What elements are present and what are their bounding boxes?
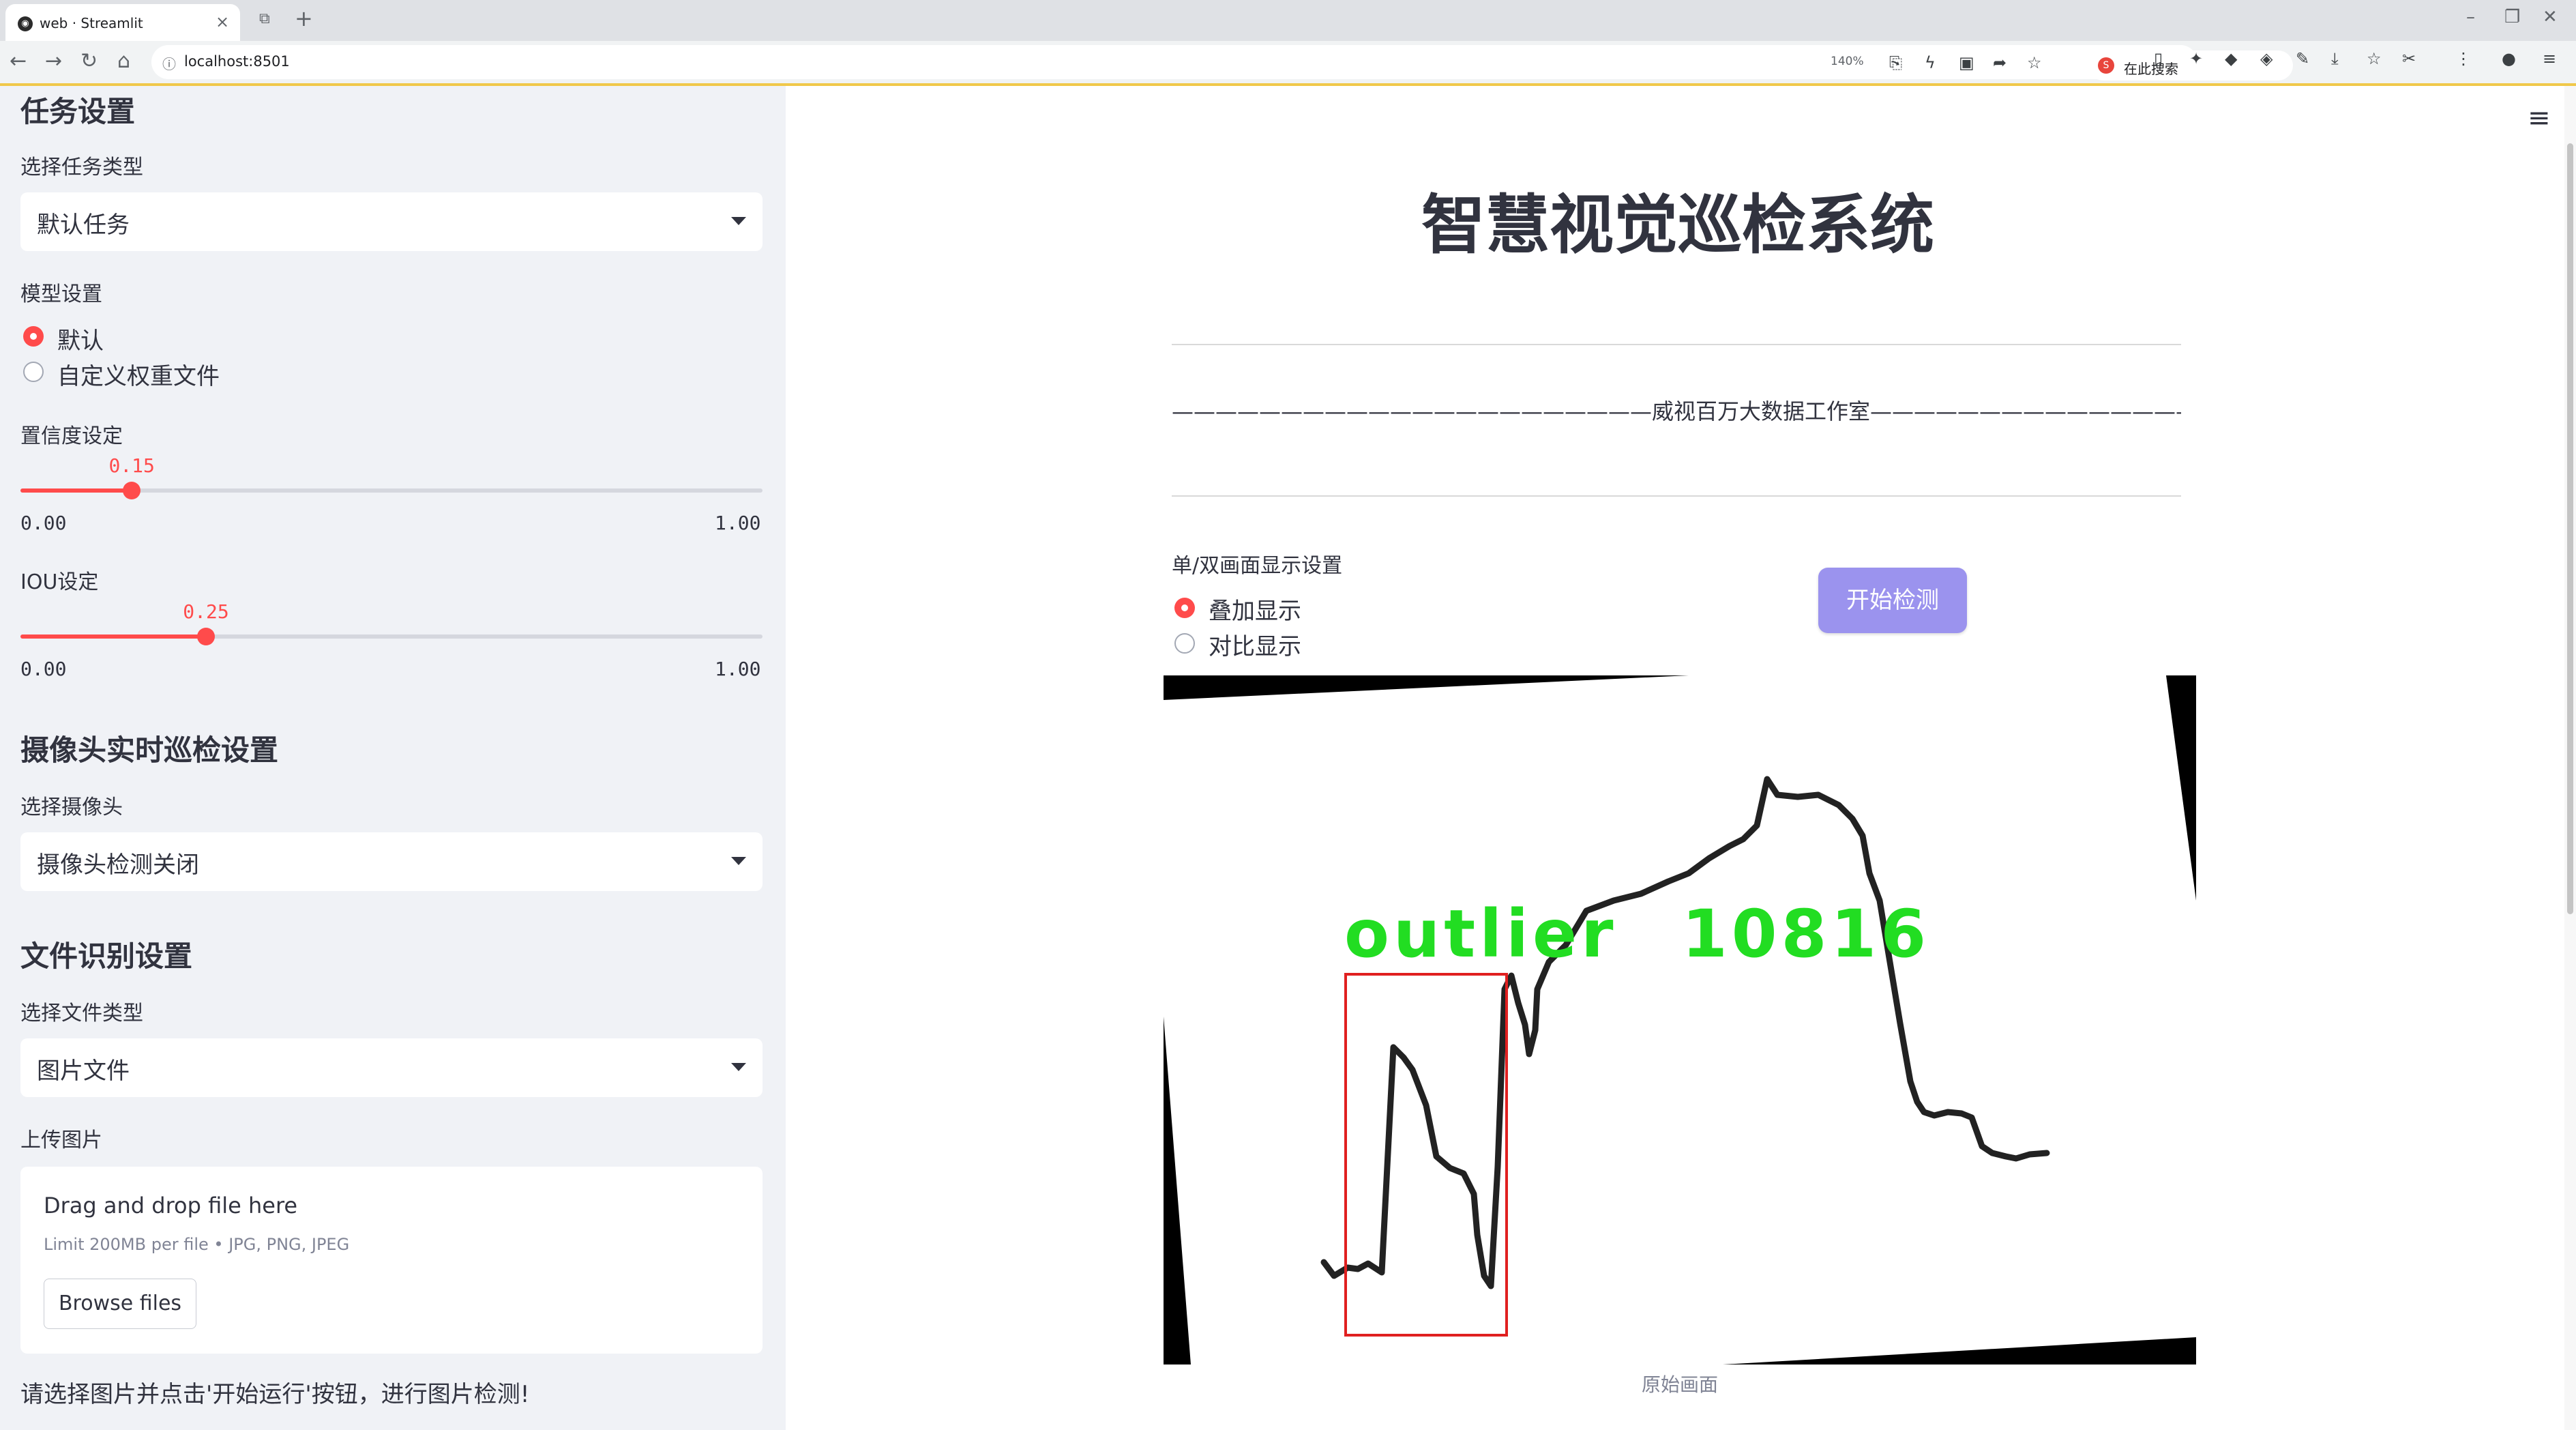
restore-icon[interactable]: ❐ <box>2504 7 2520 27</box>
display-radio-overlay[interactable] <box>1174 598 1195 618</box>
file-dropzone[interactable]: Drag and drop file here Limit 200MB per … <box>20 1167 763 1354</box>
browser-tab[interactable]: ◉ web · Streamlit × <box>5 4 240 41</box>
extension-icon[interactable]: ◆ <box>2225 49 2237 68</box>
more-icon[interactable]: ⋮ <box>2455 49 2472 68</box>
model-radio-custom[interactable] <box>23 362 44 382</box>
file-type-value: 图片文件 <box>37 1057 130 1085</box>
confidence-slider[interactable] <box>20 482 763 499</box>
confidence-label: 置信度设定 <box>20 424 123 448</box>
chevron-down-icon <box>731 857 746 865</box>
divider <box>1172 344 2181 345</box>
favorites-icon[interactable]: ☆ <box>2367 49 2382 68</box>
start-detection-button[interactable]: 开始检测 <box>1818 568 1967 633</box>
extension-icon[interactable]: ◈ <box>2260 49 2272 68</box>
file-settings-heading: 文件识别设置 <box>20 939 193 973</box>
camera-select-value: 摄像头检测关闭 <box>37 851 199 879</box>
display-option-overlay[interactable]: 叠加显示 <box>1209 592 1301 626</box>
detection-result-image: outlier 10816 <box>1164 675 2196 1365</box>
iou-slider-handle[interactable] <box>197 628 215 645</box>
camera-select-label: 选择摄像头 <box>20 796 123 819</box>
site-info-icon[interactable]: ⓘ <box>162 53 176 73</box>
new-tab-icon[interactable]: + <box>295 5 313 31</box>
bookmark-star-icon[interactable]: ☆ <box>2027 53 2042 72</box>
task-type-select[interactable]: 默认任务 <box>20 192 763 251</box>
iou-label: IOU设定 <box>20 570 99 594</box>
translate-icon[interactable]: ⎘ <box>1889 53 1902 72</box>
page-title: 智慧视觉巡检系统 <box>1421 188 1934 263</box>
address-bar[interactable]: ⓘ localhost:8501 140% ⎘ ϟ ▣ ➦ ☆ S 在此搜索 <box>151 45 2293 81</box>
share-icon[interactable]: ➦ <box>1993 53 2007 72</box>
confidence-value: 0.15 <box>108 454 155 477</box>
iou-value: 0.25 <box>183 600 229 623</box>
display-mode-label: 单/双画面显示设置 <box>1172 554 1343 578</box>
camera-select[interactable]: 摄像头检测关闭 <box>20 832 763 891</box>
pen-icon[interactable]: ✎ <box>2296 49 2309 68</box>
model-settings-label: 模型设置 <box>20 282 102 306</box>
back-icon[interactable]: ← <box>10 49 27 73</box>
confidence-slider-handle[interactable] <box>123 482 141 499</box>
zoom-level[interactable]: 140% <box>1831 55 1864 68</box>
phone-icon[interactable]: ▯ <box>2154 49 2163 68</box>
home-icon[interactable]: ⌂ <box>117 49 130 73</box>
forward-icon[interactable]: → <box>45 49 62 73</box>
search-placeholder[interactable]: 在此搜索 <box>2124 58 2178 78</box>
browse-files-button[interactable]: Browse files <box>44 1279 196 1329</box>
browser-tab-bar: ◉ web · Streamlit × ⧉ + – ❐ ✕ <box>0 0 2576 41</box>
tab-title: web · Streamlit <box>40 15 143 31</box>
url-text[interactable]: localhost:8501 <box>184 53 290 70</box>
image-background <box>1164 675 2196 1365</box>
confidence-slider-fill <box>20 488 132 493</box>
close-tab-icon[interactable]: × <box>216 12 229 31</box>
screenshot-icon[interactable]: ▣ <box>1959 53 1974 72</box>
download-icon[interactable]: ⤓ <box>2331 49 2339 68</box>
divider <box>1172 495 2181 497</box>
chevron-down-icon <box>731 1063 746 1071</box>
model-option-custom[interactable]: 自定义权重文件 <box>57 358 220 391</box>
extension-icon[interactable]: ✦ <box>2189 49 2203 68</box>
cut-icon[interactable]: ✂ <box>2402 49 2416 68</box>
streamlit-favicon-icon: ◉ <box>18 16 33 31</box>
file-type-label: 选择文件类型 <box>20 1002 143 1025</box>
scrollbar-thumb[interactable] <box>2567 143 2573 914</box>
iou-slider-fill <box>20 634 206 639</box>
detection-score-label: 10816 <box>1682 896 1930 972</box>
task-type-label: 选择任务类型 <box>20 156 143 179</box>
iou-min: 0.00 <box>20 658 67 680</box>
studio-banner: ——————————————————————威视百万大数据工作室————————… <box>1172 398 2181 424</box>
close-window-icon[interactable]: ✕ <box>2543 7 2558 27</box>
task-type-value: 默认任务 <box>37 211 130 239</box>
iou-slider[interactable] <box>20 628 763 645</box>
sidebar: 任务设置 选择任务类型 默认任务 模型设置 默认 自定义权重文件 置信度设定 0… <box>0 86 786 1430</box>
file-type-select[interactable]: 图片文件 <box>20 1038 763 1097</box>
lightning-icon[interactable]: ϟ <box>1925 53 1936 72</box>
chevron-down-icon <box>731 217 746 225</box>
task-settings-heading: 任务设置 <box>20 95 136 128</box>
confidence-min: 0.00 <box>20 512 67 534</box>
minimize-icon[interactable]: – <box>2466 7 2475 27</box>
display-option-compare[interactable]: 对比显示 <box>1209 628 1301 661</box>
camera-settings-heading: 摄像头实时巡检设置 <box>20 733 279 767</box>
upload-label: 上传图片 <box>20 1128 102 1152</box>
image-caption: 原始画面 <box>1641 1373 1718 1396</box>
browser-toolbar: ← → ↻ ⌂ ⓘ localhost:8501 140% ⎘ ϟ ▣ ➦ ☆ … <box>0 41 2576 84</box>
model-radio-default[interactable] <box>23 326 44 347</box>
profile-avatar-icon[interactable]: ● <box>2502 49 2516 68</box>
reload-icon[interactable]: ↻ <box>80 49 98 73</box>
hamburger-menu-icon[interactable]: ≡ <box>2528 102 2551 134</box>
confidence-max: 1.00 <box>715 512 761 534</box>
dropzone-title: Drag and drop file here <box>44 1193 298 1219</box>
search-engine-icon[interactable]: S <box>2098 57 2114 74</box>
tab-search-icon[interactable]: ⧉ <box>259 10 270 27</box>
menu-icon[interactable]: ≡ <box>2543 49 2556 68</box>
iou-max: 1.00 <box>715 658 761 680</box>
model-option-default[interactable]: 默认 <box>57 322 104 355</box>
sidebar-instruction: 请选择图片并点击'开始运行'按钮，进行图片检测! <box>20 1381 530 1408</box>
detection-class-label: outlier <box>1344 896 1617 972</box>
dropzone-limit: Limit 200MB per file • JPG, PNG, JPEG <box>44 1235 350 1254</box>
display-radio-compare[interactable] <box>1174 633 1195 654</box>
